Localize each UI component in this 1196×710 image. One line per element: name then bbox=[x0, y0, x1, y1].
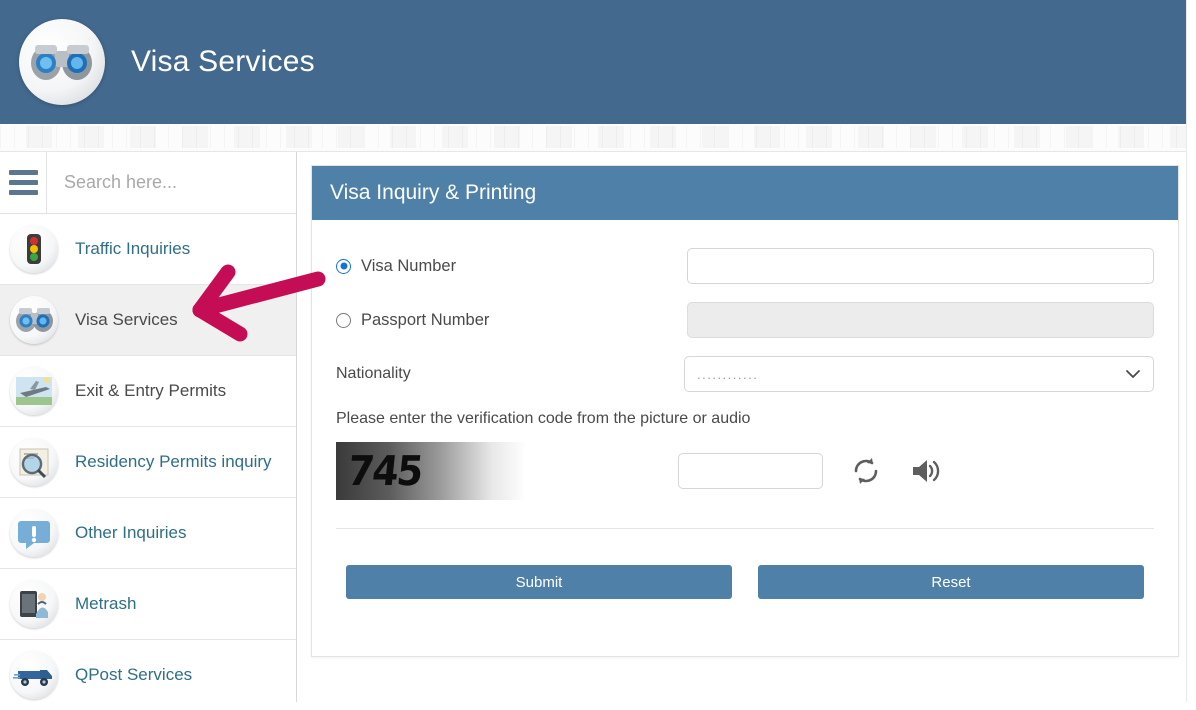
exclamation-bubble-icon bbox=[10, 509, 58, 557]
passport-number-option[interactable]: Passport Number bbox=[336, 311, 687, 330]
passport-number-row: Passport Number bbox=[336, 302, 1154, 338]
captcha-image: 745 bbox=[336, 442, 526, 500]
sidebar-item-label: Traffic Inquiries bbox=[75, 239, 191, 258]
refresh-icon[interactable] bbox=[850, 455, 882, 487]
sidebar-item-other-inquiries[interactable]: Other Inquiries bbox=[0, 498, 296, 569]
sidebar-item-exit-entry-permits[interactable]: Exit & Entry Permits bbox=[0, 356, 296, 427]
visa-number-option[interactable]: Visa Number bbox=[336, 257, 687, 276]
sidebar-item-qpost-services[interactable]: QPost Services bbox=[0, 640, 296, 710]
page-right-edge bbox=[1186, 0, 1196, 710]
search-input[interactable] bbox=[47, 151, 296, 214]
passport-number-label: Passport Number bbox=[361, 310, 490, 329]
sidebar-item-label: Visa Services bbox=[75, 310, 178, 329]
binoculars-glyph bbox=[31, 45, 92, 80]
page-bottom-edge bbox=[0, 702, 1196, 710]
visa-inquiry-card: Visa Inquiry & Printing Visa Number Pass… bbox=[311, 165, 1179, 657]
nationality-label: Nationality bbox=[336, 365, 411, 382]
nationality-selected-value: ............ bbox=[697, 366, 759, 382]
magnifier-document-icon bbox=[10, 438, 58, 486]
passport-number-input[interactable] bbox=[686, 302, 1154, 338]
chevron-down-icon bbox=[1126, 370, 1140, 378]
nationality-row: Nationality ............ bbox=[336, 356, 1154, 392]
decorative-pattern-strip bbox=[0, 124, 1186, 152]
sidebar-item-label: Other Inquiries bbox=[75, 523, 187, 542]
card-title: Visa Inquiry & Printing bbox=[330, 181, 537, 204]
sidebar-item-traffic-inquiries[interactable]: Traffic Inquiries bbox=[0, 214, 296, 285]
captcha-row: 745 bbox=[336, 442, 1154, 500]
page-title: Visa Services bbox=[131, 45, 315, 78]
visa-number-input[interactable] bbox=[686, 248, 1154, 284]
delivery-van-icon bbox=[10, 651, 58, 699]
action-buttons: Submit Reset bbox=[336, 529, 1154, 599]
app-header: Visa Services bbox=[0, 0, 1186, 124]
sidebar-search-row bbox=[0, 151, 296, 214]
sidebar-item-label: QPost Services bbox=[75, 665, 193, 684]
nationality-select[interactable]: ............ bbox=[684, 356, 1154, 392]
card-body: Visa Number Passport Number Nationality … bbox=[312, 220, 1178, 599]
reset-button[interactable]: Reset bbox=[758, 565, 1144, 599]
visa-number-row: Visa Number bbox=[336, 248, 1154, 284]
sidebar: Traffic Inquiries Visa Services Exit & E… bbox=[0, 151, 297, 710]
passport-number-radio[interactable] bbox=[336, 312, 351, 328]
sidebar-item-label: Residency Permits inquiry bbox=[75, 452, 272, 471]
binoculars-icon bbox=[19, 19, 105, 105]
speaker-icon[interactable] bbox=[909, 455, 943, 487]
visa-number-radio[interactable] bbox=[336, 258, 351, 274]
main-panel: Visa Inquiry & Printing Visa Number Pass… bbox=[297, 152, 1196, 710]
mobile-person-icon bbox=[10, 580, 58, 628]
hamburger-icon[interactable] bbox=[0, 151, 47, 214]
sidebar-item-residency-permits-inquiry[interactable]: Residency Permits inquiry bbox=[0, 427, 296, 498]
nationality-label-wrap: Nationality bbox=[336, 365, 684, 383]
captcha-code: 745 bbox=[345, 447, 424, 495]
traffic-light-icon bbox=[10, 225, 58, 273]
captcha-hint: Please enter the verification code from … bbox=[336, 410, 751, 427]
captcha-input[interactable] bbox=[678, 453, 823, 489]
page-root: Visa Services Traffic Inquiries bbox=[0, 0, 1196, 710]
binoculars-icon bbox=[10, 296, 58, 344]
submit-button[interactable]: Submit bbox=[346, 565, 732, 599]
card-header: Visa Inquiry & Printing bbox=[312, 166, 1178, 220]
sidebar-item-visa-services[interactable]: Visa Services bbox=[0, 285, 296, 356]
sidebar-item-label: Exit & Entry Permits bbox=[75, 381, 227, 400]
sidebar-item-label: Metrash bbox=[75, 594, 137, 613]
sidebar-item-metrash[interactable]: Metrash bbox=[0, 569, 296, 640]
content-area: Traffic Inquiries Visa Services Exit & E… bbox=[0, 151, 1196, 710]
pattern-motifs bbox=[0, 126, 1186, 148]
airplane-icon bbox=[10, 367, 58, 415]
visa-number-label: Visa Number bbox=[361, 256, 457, 275]
nationality-select-wrap[interactable]: ............ bbox=[684, 356, 1154, 392]
